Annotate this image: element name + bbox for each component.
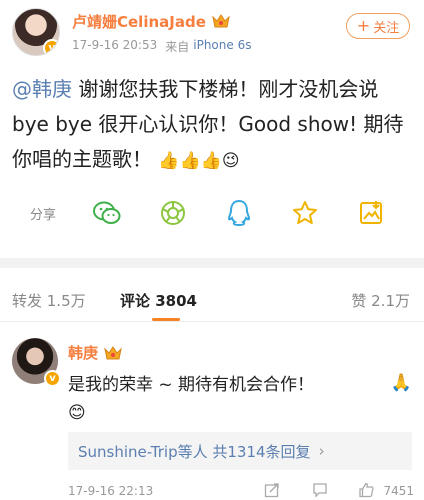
thumbs-up-icon[interactable] bbox=[358, 482, 374, 498]
active-tab-indicator bbox=[152, 318, 180, 321]
chevron-right-icon: › bbox=[318, 442, 325, 460]
praise-emoji: 🙏 bbox=[390, 373, 412, 393]
author-avatar[interactable]: v bbox=[12, 8, 60, 56]
comment-timestamp: 17-9-16 22:13 bbox=[68, 484, 154, 498]
save-image-icon[interactable] bbox=[356, 198, 386, 228]
comment-content: 是我的荣幸 ~ 期待有机会合作！ bbox=[68, 375, 315, 395]
post-meta: 17-9-16 20:53 来自 iPhone 6s bbox=[72, 38, 251, 55]
post-text: @韩庚 谢谢您扶我下楼梯！刚才没机会说bye bye 很开心认识你！Good s… bbox=[12, 72, 414, 179]
follow-button[interactable]: + 关注 bbox=[346, 13, 410, 39]
share-label: 分享 bbox=[30, 207, 57, 223]
plus-icon: + bbox=[356, 16, 371, 35]
verified-badge-icon: v bbox=[43, 39, 59, 55]
tab-comment[interactable]: 评论 3804 bbox=[120, 290, 197, 311]
post-header: v 卢靖姗CelinaJade 17-9-16 20:53 来自 iPhone … bbox=[0, 0, 424, 66]
post-source-prefix: 来自 bbox=[165, 40, 190, 54]
commenter-name[interactable]: 韩庚 bbox=[68, 342, 98, 363]
replies-summary[interactable]: Sunshine-Trip等人 共1314条回复 › bbox=[68, 432, 412, 470]
commenter-name-row: 韩庚 bbox=[68, 342, 122, 363]
replies-text: Sunshine-Trip等人 共1314条回复 bbox=[78, 442, 311, 461]
smile-emoji: 😊 bbox=[68, 403, 86, 423]
verified-badge-icon: v bbox=[44, 370, 61, 387]
commenter-avatar[interactable]: v bbox=[12, 338, 61, 387]
mention-link[interactable]: @韩庚 bbox=[12, 77, 72, 101]
share-icon[interactable] bbox=[264, 482, 280, 498]
comment-footer: 17-9-16 22:13 7451 bbox=[68, 482, 414, 500]
share-row: 分享 bbox=[0, 196, 424, 230]
tab-like[interactable]: 赞 2.1万 bbox=[351, 290, 410, 311]
follow-label: 关注 bbox=[373, 20, 400, 36]
interaction-tabs: 转发 1.5万 评论 3804 赞 2.1万 bbox=[0, 278, 424, 322]
author-name-row: 卢靖姗CelinaJade bbox=[72, 10, 230, 32]
tab-repost[interactable]: 转发 1.5万 bbox=[12, 290, 86, 311]
post-source: iPhone 6s bbox=[193, 38, 252, 52]
crown-badge-icon bbox=[212, 13, 230, 29]
wechat-icon[interactable] bbox=[92, 198, 122, 228]
comment-like-count: 7451 bbox=[383, 484, 414, 498]
post-timestamp: 17-9-16 20:53 bbox=[72, 38, 158, 52]
comment-text: 是我的荣幸 ~ 期待有机会合作！ 😊 bbox=[68, 371, 408, 427]
crown-badge-icon bbox=[104, 345, 122, 361]
post-emojis: 👍👍👍😉 bbox=[158, 151, 240, 171]
moments-icon[interactable] bbox=[158, 198, 188, 228]
comment-icon[interactable] bbox=[312, 482, 328, 498]
qq-icon[interactable] bbox=[224, 198, 254, 228]
author-name[interactable]: 卢靖姗CelinaJade bbox=[72, 11, 206, 32]
favorite-star-icon[interactable] bbox=[290, 198, 320, 228]
section-divider bbox=[0, 258, 424, 268]
